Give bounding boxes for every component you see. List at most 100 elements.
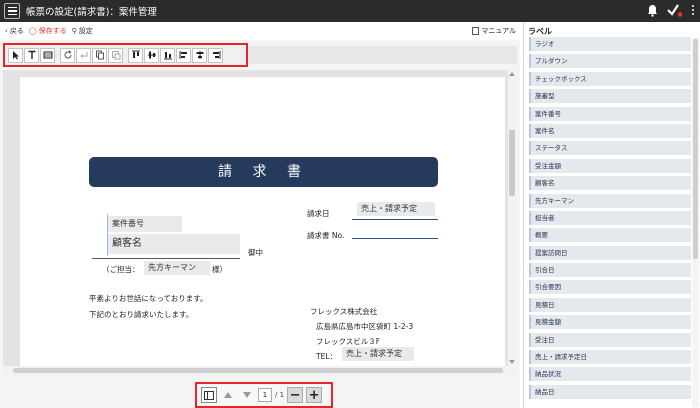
minus-icon: −: [289, 387, 301, 403]
greeting-line-2: 下記のとおり請求いたします。: [89, 310, 194, 319]
label-item[interactable]: 施審型: [529, 89, 691, 104]
align-right-button[interactable]: [208, 47, 223, 63]
page-navigator: 1 / 1 − +: [195, 382, 333, 408]
client-name-field[interactable]: 顧客名: [108, 234, 240, 254]
label-item[interactable]: 引合要因: [529, 280, 691, 295]
contact-prefix: （ご担当：: [102, 265, 140, 274]
table-tool-button[interactable]: [40, 47, 55, 63]
cursor-icon: [12, 51, 19, 60]
align-left-icon: [179, 51, 187, 59]
label-item[interactable]: 担当者: [529, 210, 691, 225]
canvas-horizontal-scrollbar[interactable]: [3, 366, 517, 375]
client-underline: [92, 258, 240, 259]
select-tool-button[interactable]: [8, 47, 23, 63]
honorific-text: 御中: [248, 248, 263, 257]
title-bar: 帳票の設定(請求書)：案件管理: [0, 0, 700, 22]
label-item[interactable]: 納品状況: [529, 367, 691, 382]
copy-button[interactable]: [92, 47, 107, 63]
tel-label: TEL：: [316, 352, 337, 361]
label-item[interactable]: 概要: [529, 228, 691, 243]
paste-button[interactable]: [108, 47, 123, 63]
text-icon: [28, 50, 35, 59]
zoom-out-button[interactable]: −: [287, 387, 304, 403]
bell-icon[interactable]: [647, 4, 658, 17]
contact-suffix: 様）: [212, 265, 227, 274]
invoice-title-banner[interactable]: 請 求 書: [89, 157, 438, 187]
label-item[interactable]: 引合日: [529, 263, 691, 278]
undo-button[interactable]: [76, 47, 91, 63]
label-item[interactable]: 受注金額: [529, 158, 691, 173]
paste-icon: [111, 51, 120, 60]
arrow-down-icon: [243, 392, 251, 398]
label-item[interactable]: 案件名: [529, 123, 691, 138]
label-item[interactable]: 見積金額: [529, 315, 691, 330]
contact-person-field[interactable]: 先方キーマン: [144, 261, 210, 275]
align-center-icon: [196, 51, 203, 59]
case-number-field[interactable]: 案件番号: [108, 216, 182, 232]
invoice-number-underline: [352, 238, 438, 239]
align-left-button[interactable]: [176, 47, 191, 63]
invoice-date-label: 請求日: [307, 209, 330, 218]
label-item[interactable]: 受注日: [529, 332, 691, 347]
align-top-icon: [131, 50, 140, 58]
labels-panel-title: ラベル: [528, 27, 552, 36]
page-total: / 1: [275, 391, 285, 399]
check-icon[interactable]: [667, 3, 683, 17]
align-bottom-button[interactable]: [160, 47, 175, 63]
save-circle-icon: ◯: [28, 27, 37, 35]
hamburger-menu-button[interactable]: [4, 3, 20, 19]
label-item[interactable]: 提案訪問日: [529, 245, 691, 260]
text-tool-button[interactable]: [24, 47, 39, 63]
back-button[interactable]: ‹ 戻る: [5, 26, 24, 36]
page-title: 帳票の設定(請求書)：案件管理: [26, 7, 157, 18]
align-center-button[interactable]: [192, 47, 207, 63]
arrow-up-icon: [224, 392, 232, 398]
labels-list: ラジオプルダウンチェックボックス 施審型案件番号案件名ステータス受注金額顧客名先方…: [529, 37, 691, 402]
invoice-page: 請 求 書 案件番号 顧客名 御中 （ご担当： 先方キーマン 様） 請求日 売上…: [20, 77, 505, 366]
invoice-date-underline: [352, 219, 438, 220]
plus-icon: +: [308, 387, 320, 403]
company-address: 広島県広島市中区袋町 1-2-3: [316, 322, 414, 331]
chevron-left-icon: ‹: [5, 27, 8, 35]
panel-toggle-button[interactable]: [201, 387, 217, 403]
save-button[interactable]: ◯ 保存する: [29, 26, 67, 36]
book-icon: [472, 27, 480, 35]
copy-icon: [95, 50, 104, 60]
label-item[interactable]: 見積日: [529, 297, 691, 312]
label-item[interactable]: 納品日: [529, 384, 691, 399]
document-canvas[interactable]: 請 求 書 案件番号 顧客名 御中 （ご担当： 先方キーマン 様） 請求日 売上…: [3, 70, 513, 366]
label-item[interactable]: ラジオ: [529, 37, 691, 51]
company-building: フレックスビル３F: [316, 337, 381, 346]
editor-area: ‹ 戻る ◯ 保存する ⚲ 設定 マニュアル 請 求 書 案件番号 顧客名 御中 （ご…: [0, 22, 520, 408]
invoice-number-label: 請求書 No.: [307, 231, 345, 240]
label-item[interactable]: プルダウン: [529, 54, 691, 69]
page-number-input[interactable]: 1: [258, 388, 272, 402]
undo-icon: [79, 52, 87, 58]
align-top-button[interactable]: [128, 47, 143, 63]
align-right-icon: [212, 51, 220, 59]
action-bar: ‹ 戻る ◯ 保存する ⚲ 設定 マニュアル: [0, 22, 520, 40]
label-item[interactable]: 案件番号: [529, 106, 691, 121]
align-middle-button[interactable]: [144, 47, 159, 63]
redo-button[interactable]: [60, 47, 75, 63]
align-bottom-icon: [163, 52, 172, 60]
manual-link[interactable]: マニュアル: [472, 26, 516, 36]
table-icon: [43, 51, 52, 59]
invoice-date-field[interactable]: 売上・請求予定: [357, 202, 435, 216]
tel-field[interactable]: 売上・請求予定: [342, 347, 414, 361]
label-item[interactable]: 先方キーマン: [529, 193, 691, 208]
labels-scrollbar[interactable]: [692, 37, 699, 407]
next-page-button[interactable]: [239, 387, 255, 403]
settings-button[interactable]: ⚲ 設定: [72, 26, 93, 36]
more-options-icon[interactable]: [692, 5, 694, 15]
label-item[interactable]: 顧客名: [529, 176, 691, 191]
greeting-line-1: 平素よりお世話になっております。: [89, 294, 208, 303]
label-item[interactable]: チェックボックス: [529, 71, 691, 86]
label-item[interactable]: ステータス: [529, 141, 691, 156]
zoom-in-button[interactable]: +: [306, 387, 323, 403]
align-middle-icon: [147, 51, 156, 59]
panel-icon: [204, 390, 214, 400]
prev-page-button[interactable]: [220, 387, 236, 403]
canvas-vertical-scrollbar[interactable]: [508, 70, 517, 366]
label-item[interactable]: 売上・請求予定日: [529, 350, 691, 365]
